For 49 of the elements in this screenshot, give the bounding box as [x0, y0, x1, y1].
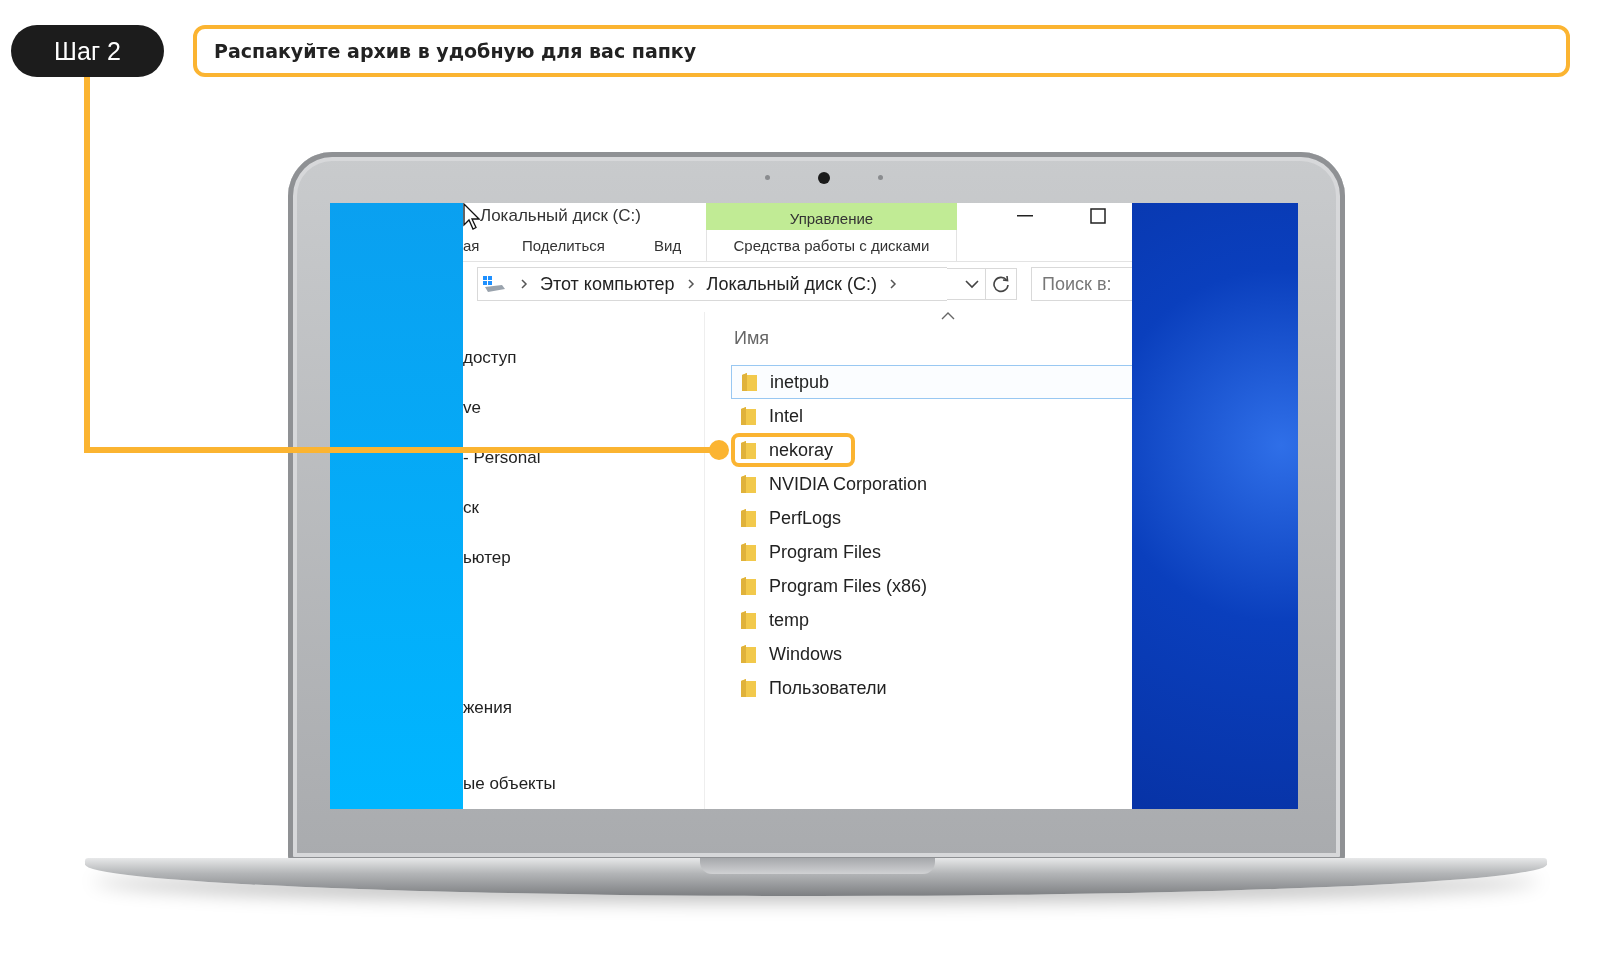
ribbon-tab[interactable]: Поделиться: [522, 229, 654, 261]
folder-icon: [740, 474, 757, 494]
breadcrumb[interactable]: Локальный диск (C:): [706, 273, 877, 295]
folder-icon: [740, 542, 757, 562]
breadcrumb[interactable]: Этот компьютер: [540, 273, 675, 295]
folder-icon: [740, 440, 757, 460]
minimize-icon[interactable]: [1017, 215, 1033, 218]
instruction-text: Распакуйте архив в удобную для вас папку: [193, 25, 1570, 77]
sensor-dot: [765, 175, 770, 180]
folder-icon: [740, 644, 757, 664]
address-bar[interactable]: Этот компьютер Локальный диск (C:): [477, 267, 947, 301]
folder-icon: [740, 508, 757, 528]
column-header[interactable]: Имя: [731, 328, 770, 349]
nav-item[interactable]: жения: [463, 683, 704, 733]
nav-item[interactable]: ск: [463, 483, 704, 533]
chevron-right-icon[interactable]: [686, 278, 695, 290]
file-row[interactable]: temp: [731, 603, 1132, 637]
nav-item[interactable]: ые объекты: [463, 759, 704, 809]
file-row[interactable]: Program Files: [731, 535, 1132, 569]
camera-dot: [818, 171, 830, 184]
file-row[interactable]: PerfLogs: [731, 501, 1132, 535]
step-badge: Шаг 2: [11, 25, 164, 77]
folder-icon: [740, 678, 757, 698]
nav-item[interactable]: ve: [463, 383, 704, 433]
window-title: Локальный диск (C:): [480, 205, 642, 228]
computer-icon: [482, 275, 506, 293]
nav-item[interactable]: доступ: [463, 333, 704, 383]
file-row[interactable]: Program Files (x86): [731, 569, 1132, 603]
ribbon-tab[interactable]: ая: [463, 229, 522, 261]
chevron-right-icon[interactable]: [520, 278, 528, 290]
context-tab[interactable]: Управление: [706, 203, 957, 230]
file-row[interactable]: Пользователи: [731, 671, 1132, 705]
folder-icon: [740, 406, 757, 426]
folder-icon: [740, 610, 757, 630]
file-row[interactable]: nekoray: [731, 433, 855, 467]
folder-icon: [741, 372, 758, 392]
chevron-right-icon[interactable]: [888, 278, 897, 290]
maximize-icon[interactable]: [1090, 208, 1106, 225]
nav-item[interactable]: ьютер: [463, 533, 704, 583]
refresh-icon[interactable]: [985, 268, 1017, 300]
file-row[interactable]: NVIDIA Corporation: [731, 467, 1132, 501]
search-field[interactable]: Поиск в:: [1031, 267, 1132, 301]
sort-caret-icon[interactable]: [941, 312, 956, 320]
ribbon-tab[interactable]: Вид: [654, 229, 706, 261]
folder-icon: [740, 576, 757, 596]
file-row[interactable]: inetpub: [731, 365, 1132, 399]
file-row[interactable]: Intel: [731, 399, 1132, 433]
sensor-dot: [878, 175, 883, 180]
file-row[interactable]: Windows: [731, 637, 1132, 671]
